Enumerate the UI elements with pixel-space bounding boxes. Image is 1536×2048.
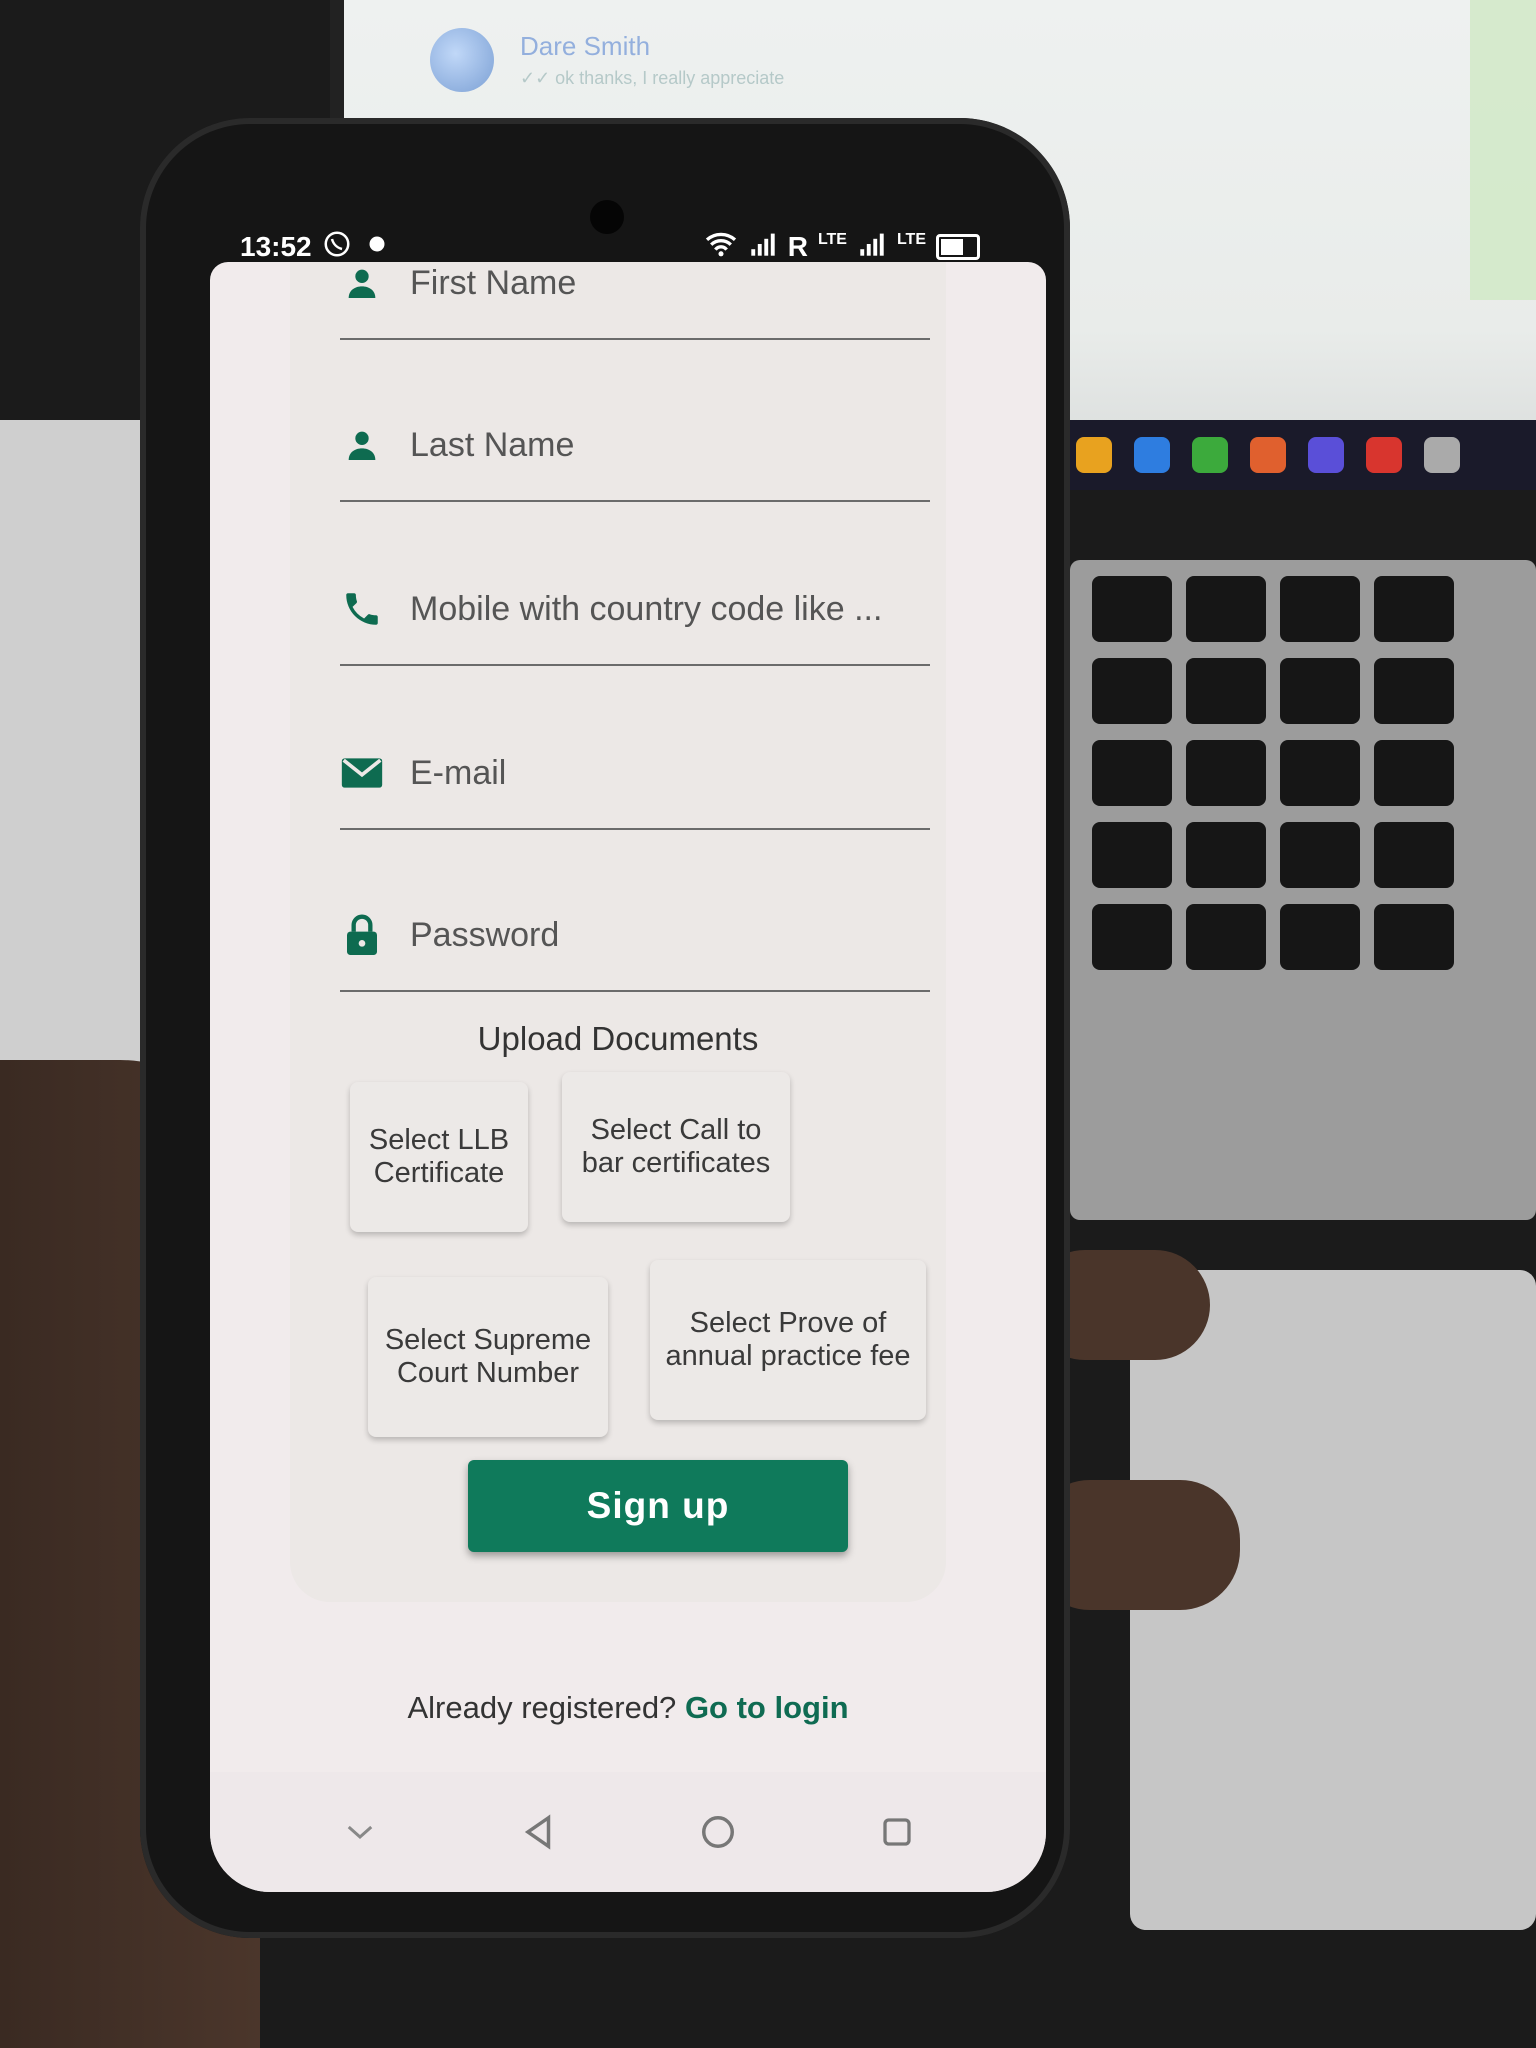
mobile-field[interactable]: Mobile with country code like ... xyxy=(340,554,930,666)
signal-icon-2 xyxy=(857,231,887,264)
select-annual-practice-fee-button[interactable]: Select Prove of annual practice fee xyxy=(650,1260,926,1420)
mobile-placeholder: Mobile with country code like ... xyxy=(410,589,883,628)
login-prompt-row: Already registered? Go to login xyxy=(210,1690,1046,1726)
last-name-placeholder: Last Name xyxy=(410,425,575,464)
password-placeholder: Password xyxy=(410,915,560,954)
lte-label-2: LTE xyxy=(896,231,926,248)
lock-icon xyxy=(340,913,384,957)
background-taskbar xyxy=(1060,420,1536,490)
background-chat-contact: Dare Smith ✓✓ ok thanks, I really apprec… xyxy=(430,28,784,92)
email-field[interactable]: E-mail xyxy=(340,718,930,830)
go-to-login-link[interactable]: Go to login xyxy=(685,1690,849,1725)
mail-icon xyxy=(340,751,384,795)
person-icon xyxy=(340,423,384,467)
person-icon xyxy=(340,262,384,305)
background-chat-name: Dare Smith xyxy=(520,31,651,61)
sign-up-button[interactable]: Sign up xyxy=(468,1460,848,1552)
already-registered-text: Already registered? xyxy=(407,1690,677,1725)
chevron-down-icon[interactable] xyxy=(335,1807,385,1857)
wifi-icon xyxy=(704,230,738,265)
upload-documents-title: Upload Documents xyxy=(477,1020,759,1057)
whatsapp-icon xyxy=(322,229,352,266)
background-chat-preview: ✓✓ ok thanks, I really appreciate xyxy=(520,68,785,88)
roaming-label: R xyxy=(787,231,808,262)
select-supreme-court-number-button[interactable]: Select Supreme Court Number xyxy=(368,1277,608,1437)
background-avatar xyxy=(430,28,494,92)
background-keyboard xyxy=(1070,560,1536,1220)
first-name-field[interactable]: First Name xyxy=(340,262,930,340)
battery-icon xyxy=(936,234,980,260)
lte-label-1: LTE xyxy=(817,231,847,248)
email-placeholder: E-mail xyxy=(410,753,507,792)
back-icon[interactable] xyxy=(514,1807,564,1857)
background-chat-bubbles xyxy=(1470,0,1536,300)
status-time: 13:52 xyxy=(240,231,312,262)
notification-icon xyxy=(362,229,392,266)
signal-icon-1 xyxy=(748,231,778,264)
recents-icon[interactable] xyxy=(872,1807,922,1857)
signup-form-card: First Name Last Name Mobile with country… xyxy=(290,262,946,1602)
last-name-field[interactable]: Last Name xyxy=(340,390,930,502)
first-name-placeholder: First Name xyxy=(410,263,577,302)
select-llb-certificate-button[interactable]: Select LLB Certificate xyxy=(350,1082,528,1232)
system-navigation-bar xyxy=(210,1772,1046,1892)
home-icon[interactable] xyxy=(693,1807,743,1857)
password-field[interactable]: Password xyxy=(340,880,930,992)
app-screen: First Name Last Name Mobile with country… xyxy=(210,262,1046,1892)
phone-icon xyxy=(340,587,384,631)
select-call-to-bar-button[interactable]: Select Call to bar certificates xyxy=(562,1072,790,1222)
